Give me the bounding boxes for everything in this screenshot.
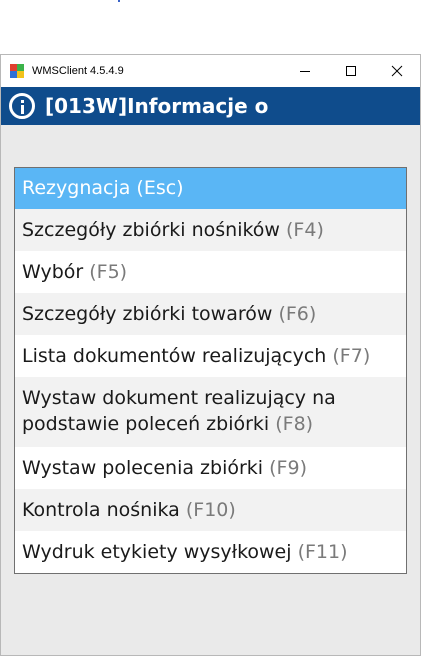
menu-item-shortcut: (Esc) xyxy=(136,177,184,199)
menu-item-shortcut: (F8) xyxy=(275,413,314,435)
menu-item-shortcut: (F7) xyxy=(332,345,371,367)
close-icon xyxy=(391,65,403,77)
app-window: WMSClient 4.5.4.9 [013W]Informacje o Rez… xyxy=(0,54,421,656)
window-controls xyxy=(282,55,420,87)
menu-item-szczegoly-zbiorki-towarow[interactable]: Szczegóły zbiórki towarów (F6) xyxy=(15,293,406,335)
close-button[interactable] xyxy=(374,55,420,87)
title-bar: WMSClient 4.5.4.9 xyxy=(1,55,420,87)
minimize-icon xyxy=(300,71,310,72)
stray-dot xyxy=(118,0,120,2)
maximize-icon xyxy=(346,66,356,76)
menu-item-szczegoly-zbiorki-nosnikow[interactable]: Szczegóły zbiórki nośników (F4) xyxy=(15,209,406,251)
menu-item-lista-dokumentow[interactable]: Lista dokumentów realizujących (F7) xyxy=(15,335,406,377)
menu-item-shortcut: (F9) xyxy=(269,457,307,479)
menu-item-label: Kontrola nośnika xyxy=(22,499,180,521)
action-menu: Rezygnacja (Esc) Szczegóły zbiórki nośni… xyxy=(14,167,407,574)
menu-item-wystaw-polecenia[interactable]: Wystaw polecenia zbiórki (F9) xyxy=(15,447,406,489)
window-title: WMSClient 4.5.4.9 xyxy=(32,65,124,77)
menu-item-shortcut: (F10) xyxy=(185,499,236,521)
info-icon xyxy=(9,93,35,119)
menu-item-label: Wydruk etykiety wysyłkowej xyxy=(22,541,292,563)
menu-item-rezygnacja[interactable]: Rezygnacja (Esc) xyxy=(15,168,406,209)
menu-item-shortcut: (F5) xyxy=(89,261,128,283)
menu-item-wystaw-dokument[interactable]: Wystaw dokument realizujący na podstawie… xyxy=(15,377,406,447)
menu-item-shortcut: (F6) xyxy=(278,303,317,325)
menu-item-shortcut: (F4) xyxy=(286,219,324,241)
page-title: [013W]Informacje o xyxy=(45,94,269,118)
menu-item-label: Szczegóły zbiórki towarów xyxy=(22,303,273,325)
screen-header: [013W]Informacje o xyxy=(1,87,420,125)
menu-item-label: Wybór xyxy=(22,261,84,283)
menu-item-kontrola-nosnika[interactable]: Kontrola nośnika (F10) xyxy=(15,489,406,531)
app-icon xyxy=(10,64,24,78)
minimize-button[interactable] xyxy=(282,55,328,87)
menu-item-wybor[interactable]: Wybór (F5) xyxy=(15,251,406,293)
menu-item-label: Rezygnacja xyxy=(22,177,131,199)
menu-item-label: Wystaw polecenia zbiórki xyxy=(22,457,264,479)
menu-item-wydruk-etykiety[interactable]: Wydruk etykiety wysyłkowej (F11) xyxy=(15,531,406,573)
menu-item-shortcut: (F11) xyxy=(297,541,348,563)
menu-item-label: Szczegóły zbiórki nośników xyxy=(22,219,280,241)
menu-item-label: Lista dokumentów realizujących xyxy=(22,345,327,367)
maximize-button[interactable] xyxy=(328,55,374,87)
